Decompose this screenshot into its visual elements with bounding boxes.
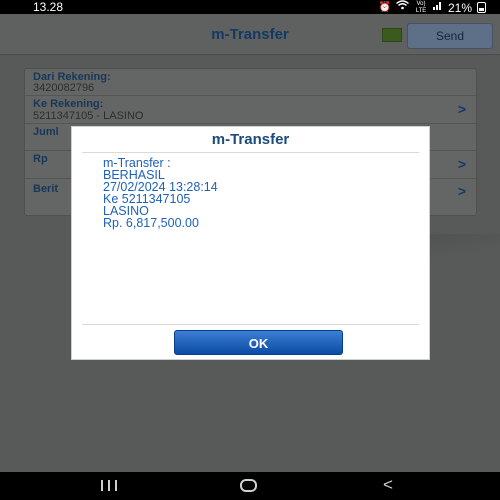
to-account-value: 5211347105 - LASINO [33,110,144,122]
send-button[interactable]: Send [407,23,493,49]
navigation-bar: < [0,472,500,500]
home-icon[interactable] [240,479,257,492]
wifi-icon [396,0,409,15]
amount-label: Juml [33,126,59,138]
dialog-message: m-Transfer : BERHASIL 27/02/2024 13:28:1… [103,156,218,230]
to-account-label: Ke Rekening: [33,98,104,110]
currency-label: Rp [33,153,48,165]
ok-button[interactable]: OK [174,330,343,355]
recent-apps-icon[interactable] [101,480,117,491]
status-indicator [382,28,402,42]
network-type: Vo) LTE [415,0,427,14]
chevron-right-icon[interactable]: > [458,183,466,199]
dialog-title: m-Transfer [211,131,290,148]
alarm-icon: ⏰ [378,1,391,13]
dialog-divider [82,152,419,153]
signal-icon [432,0,443,15]
note-label: Berit [33,183,59,195]
to-account-row[interactable]: Ke Rekening: 5211347105 - LASINO > [25,96,476,124]
chevron-right-icon[interactable]: > [458,156,466,172]
status-bar: 13.28 ⏰ Vo) LTE 21% [0,0,500,15]
status-icons: ⏰ Vo) LTE 21% [379,0,486,15]
battery-icon [477,2,486,13]
dialog-divider [82,324,419,325]
dialog-body: m-Transfer m-Transfer : BERHASIL 27/02/2… [78,131,421,355]
from-account-value: 3420082796 [33,82,95,94]
app-bar: m-Transfer Send [0,14,500,55]
from-account-row[interactable]: Dari Rekening: 3420082796 [25,69,476,96]
status-time: 13.28 [33,0,64,14]
chevron-right-icon[interactable]: > [458,101,466,117]
back-icon[interactable]: < [383,475,393,495]
battery-percent: 21% [447,0,472,15]
result-dialog: m-Transfer m-Transfer : BERHASIL 27/02/2… [71,126,430,360]
